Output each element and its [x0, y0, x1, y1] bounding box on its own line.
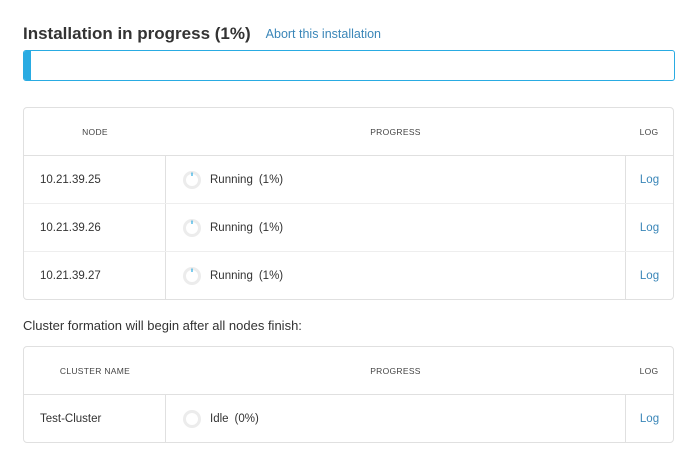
cluster-percent: (0%) — [234, 412, 259, 425]
node-percent: (1%) — [258, 269, 284, 282]
cluster-name: Test-Cluster — [24, 395, 166, 442]
abort-installation-link[interactable]: Abort this installation — [266, 27, 381, 41]
overall-progress-bar — [23, 50, 675, 81]
node-progress-cell: Running (1%) — [166, 156, 625, 203]
log-link[interactable]: Log — [640, 222, 659, 234]
progress-spinner-icon — [183, 218, 201, 237]
column-header-log: LOG — [639, 126, 659, 137]
progress-spinner-icon — [183, 170, 201, 189]
log-link[interactable]: Log — [640, 174, 659, 186]
column-header-node: NODE — [82, 126, 108, 137]
cluster-progress-cell: Idle (0%) — [166, 395, 625, 442]
cluster-formation-note: Cluster formation will begin after all n… — [23, 318, 302, 333]
node-status: Running — [210, 269, 253, 282]
node-progress-cell: Running (1%) — [166, 252, 625, 299]
table-row: 10.21.39.26 Running (1%) Log — [24, 203, 673, 251]
column-header-cluster-name: CLUSTER NAME — [59, 365, 131, 376]
cluster-table-header: CLUSTER NAME PROGRESS LOG — [24, 347, 673, 395]
node-percent: (1%) — [258, 221, 284, 234]
node-percent: (1%) — [258, 173, 284, 186]
node-address: 10.21.39.26 — [24, 204, 166, 251]
table-row: 10.21.39.27 Running (1%) Log — [24, 251, 673, 299]
cluster-table: CLUSTER NAME PROGRESS LOG Test-Cluster I… — [23, 346, 674, 443]
node-status: Running — [210, 221, 253, 234]
node-status: Running — [210, 173, 253, 186]
node-progress-cell: Running (1%) — [166, 204, 625, 251]
log-link[interactable]: Log — [640, 413, 659, 425]
node-address: 10.21.39.27 — [24, 252, 166, 299]
column-header-progress: PROGRESS — [370, 365, 421, 376]
nodes-table: NODE PROGRESS LOG 10.21.39.25 Running (1… — [23, 107, 674, 300]
cluster-status: Idle — [210, 412, 229, 425]
progress-spinner-icon — [183, 409, 201, 428]
page-title: Installation in progress (1%) — [23, 24, 251, 43]
nodes-table-header: NODE PROGRESS LOG — [24, 108, 673, 156]
table-row: 10.21.39.25 Running (1%) Log — [24, 156, 673, 203]
column-header-log: LOG — [639, 365, 659, 376]
column-header-progress: PROGRESS — [370, 126, 421, 137]
log-link[interactable]: Log — [640, 270, 659, 282]
overall-progress-fill — [24, 51, 31, 80]
node-address: 10.21.39.25 — [24, 156, 166, 203]
progress-spinner-icon — [183, 266, 201, 285]
table-row: Test-Cluster Idle (0%) Log — [24, 395, 673, 442]
page-header: Installation in progress (1%) Abort this… — [23, 23, 381, 45]
